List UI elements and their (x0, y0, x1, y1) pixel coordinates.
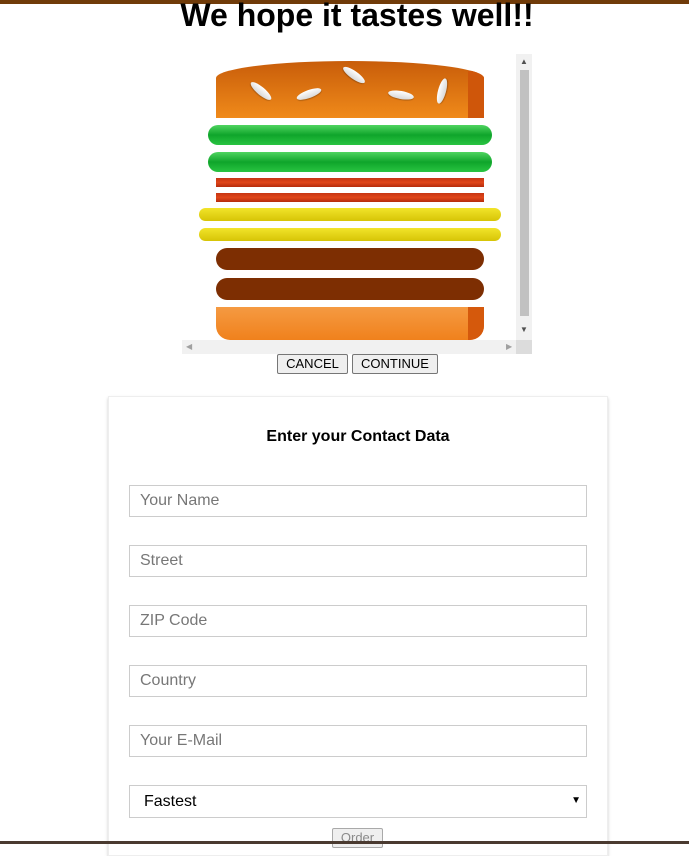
vertical-scrollbar[interactable]: ▲ ▼ (516, 54, 532, 340)
horizontal-scrollbar[interactable]: ◀ ▶ (182, 340, 516, 354)
seed (295, 85, 323, 103)
chevron-down-icon: ▼ (571, 795, 581, 806)
seed (434, 77, 450, 105)
scrollbar-corner (516, 340, 532, 354)
scroll-right-icon[interactable]: ▶ (506, 343, 512, 351)
burger-salad (208, 125, 492, 145)
burger-cheese (199, 208, 501, 221)
scroll-up-icon[interactable]: ▲ (520, 58, 528, 66)
burger-bacon (216, 193, 484, 202)
scroll-left-icon[interactable]: ◀ (186, 343, 192, 351)
burger-bread-top (216, 61, 484, 118)
contact-title: Enter your Contact Data (266, 428, 450, 445)
burger-meat (216, 278, 484, 300)
cancel-button[interactable]: CANCEL (277, 354, 348, 374)
seed (341, 64, 367, 86)
continue-button[interactable]: CONTINUE (352, 354, 438, 374)
country-field[interactable] (129, 665, 587, 697)
seed (387, 88, 415, 102)
burger-bacon (216, 178, 484, 187)
burger-meat (216, 248, 484, 270)
delivery-method-value: Fastest (144, 793, 197, 810)
burger-cheese (199, 228, 501, 241)
burger-bread-bottom (216, 307, 484, 340)
delivery-method-select[interactable]: Fastest ▼ (129, 785, 587, 818)
scroll-thumb[interactable] (520, 70, 529, 316)
zip-code-field[interactable] (129, 605, 587, 637)
name-field[interactable] (129, 485, 587, 517)
seed (248, 79, 274, 103)
email-field[interactable] (129, 725, 587, 757)
scroll-down-icon[interactable]: ▼ (520, 326, 528, 334)
order-button[interactable]: Order (332, 828, 383, 848)
burger-salad (208, 152, 492, 172)
page-heading: We hope it tastes well!! (180, 0, 534, 33)
street-field[interactable] (129, 545, 587, 577)
